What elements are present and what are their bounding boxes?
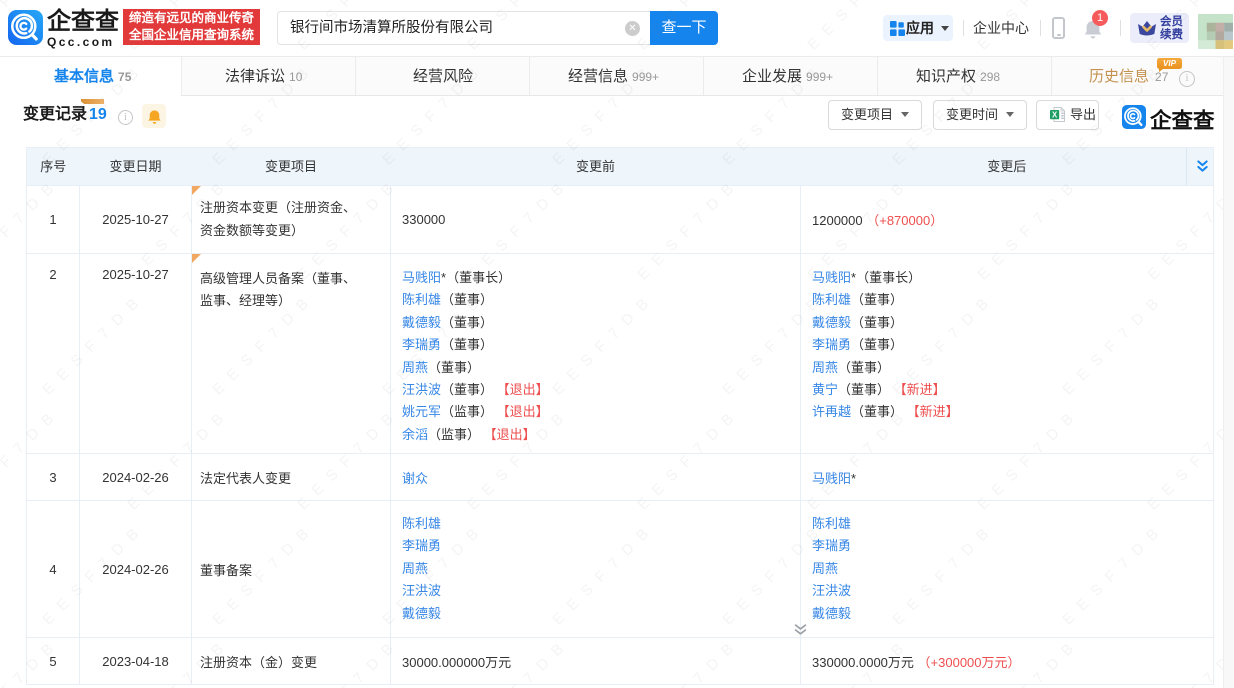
- svg-text:X: X: [1052, 110, 1058, 119]
